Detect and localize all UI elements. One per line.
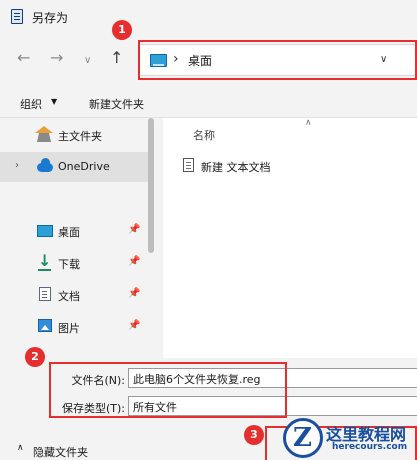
sidebar-item-home[interactable]: 主文件夹: [0, 120, 150, 150]
annotation-box-1: [138, 40, 417, 80]
sidebar-scrollbar[interactable]: [148, 118, 154, 253]
organize-button[interactable]: 组织: [20, 96, 42, 112]
back-arrow-icon[interactable]: ←: [17, 48, 30, 68]
document-icon: [39, 287, 51, 301]
sidebar-item-label: 主文件夹: [58, 130, 102, 143]
list-item[interactable]: 新建 文本文档: [181, 158, 401, 178]
sidebar-item-label: 图片: [58, 322, 80, 335]
annotation-badge-2: 2: [25, 347, 45, 367]
file-list-pane: ∧ 名称 新建 文本文档: [163, 118, 417, 358]
download-icon: [37, 251, 53, 271]
watermark-url: herecours.com: [332, 442, 408, 452]
title-bar: 另存为: [0, 0, 417, 34]
sidebar-item-label: 桌面: [58, 226, 80, 239]
pin-icon[interactable]: 📌: [128, 288, 140, 299]
picture-icon: [38, 319, 52, 332]
home-icon: [35, 126, 53, 142]
sidebar-item-pictures[interactable]: 图片 📌: [0, 312, 150, 342]
forward-arrow-icon[interactable]: →: [50, 48, 63, 68]
sidebar-item-documents[interactable]: 文档 📌: [0, 280, 150, 310]
annotation-badge-1: 1: [112, 20, 132, 40]
window-title: 另存为: [32, 11, 69, 25]
column-header-name[interactable]: 名称: [193, 127, 215, 143]
organize-caret-icon[interactable]: ▼: [51, 97, 57, 106]
expand-chevron-icon[interactable]: ›: [15, 160, 19, 171]
sidebar-item-onedrive[interactable]: › OneDrive: [0, 152, 150, 182]
notepad-icon: [11, 9, 23, 24]
text-file-icon: [183, 158, 194, 172]
cloud-icon: [37, 158, 53, 172]
recent-locations-chevron-icon[interactable]: ∨: [84, 51, 91, 71]
annotation-badge-3: 3: [244, 425, 264, 445]
pin-icon[interactable]: 📌: [128, 256, 140, 267]
file-name: 新建 文本文档: [201, 161, 271, 174]
desktop-icon: [37, 225, 53, 237]
up-arrow-icon[interactable]: ↑: [110, 48, 123, 68]
hide-folders-button[interactable]: 隐藏文件夹: [33, 444, 88, 460]
collapse-caret-icon[interactable]: ∧: [17, 443, 24, 453]
sort-chevron-icon[interactable]: ∧: [305, 118, 312, 128]
command-toolbar: 组织 ▼ 新建文件夹: [0, 86, 417, 118]
navigation-pane: 主文件夹 › OneDrive 桌面 📌 下载 📌 文档 📌 图片 📌: [0, 118, 155, 368]
annotation-box-2: [49, 362, 287, 418]
sidebar-item-label: 文档: [58, 290, 80, 303]
pin-icon[interactable]: 📌: [128, 320, 140, 331]
sidebar-item-label: OneDrive: [58, 160, 110, 173]
sidebar-item-desktop[interactable]: 桌面 📌: [0, 216, 150, 246]
watermark-letter: Z: [293, 423, 312, 453]
pin-icon[interactable]: 📌: [128, 224, 140, 235]
new-folder-button[interactable]: 新建文件夹: [89, 96, 144, 112]
sidebar-item-downloads[interactable]: 下载 📌: [0, 248, 150, 278]
sidebar-item-label: 下载: [58, 258, 80, 271]
